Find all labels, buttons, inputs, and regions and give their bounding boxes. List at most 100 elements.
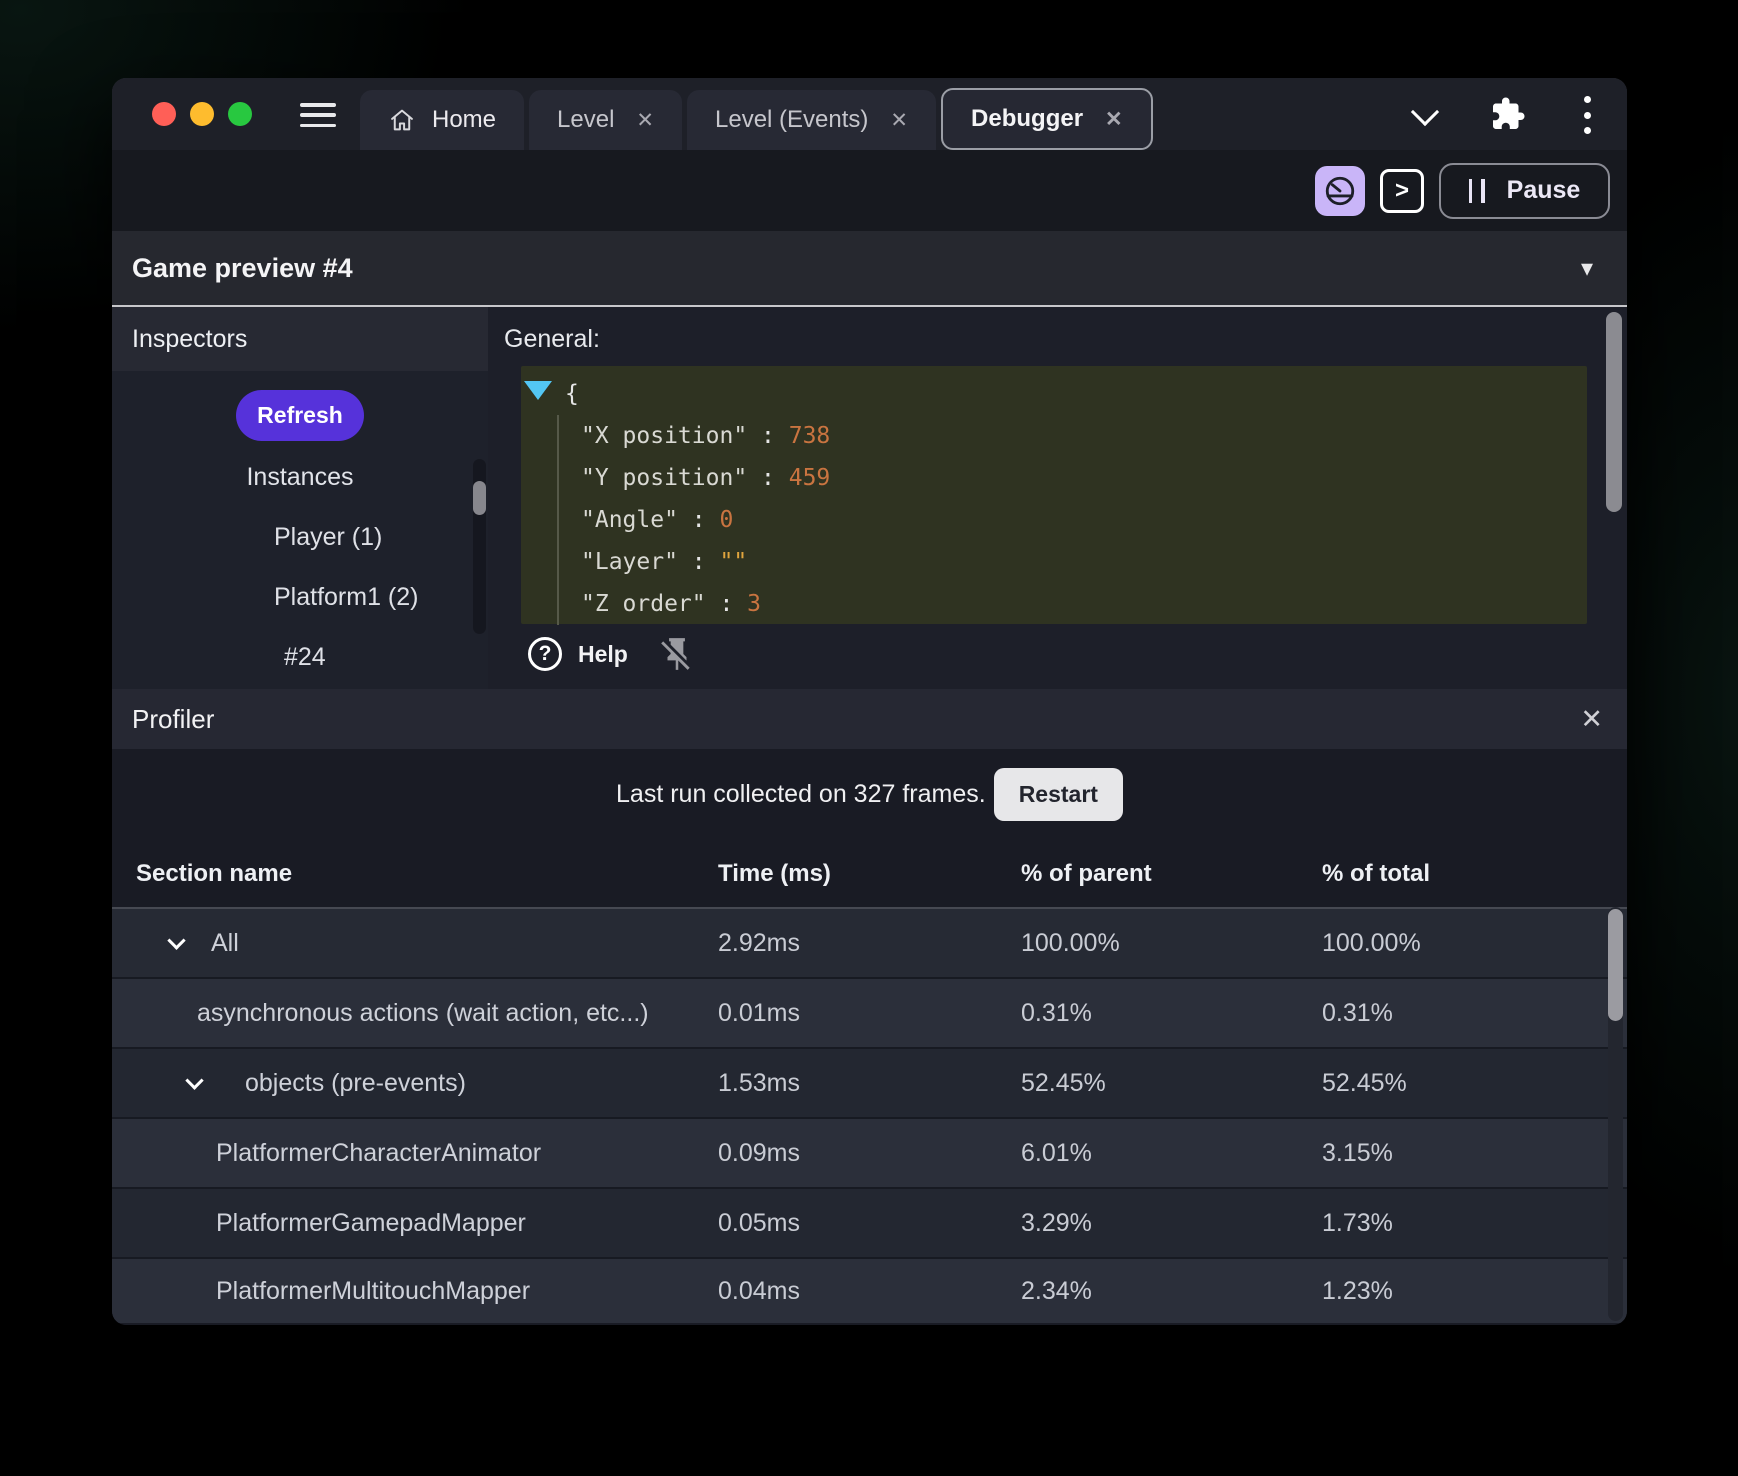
table-row[interactable]: PlatformerCharacterAnimator 0.09ms 6.01%… (112, 1117, 1627, 1187)
json-key: "X position" (581, 423, 748, 449)
debugger-toolbar: > Pause (112, 150, 1627, 231)
tab-debugger[interactable]: Debugger ✕ (941, 88, 1153, 150)
time-cell: 0.04ms (718, 1276, 800, 1305)
json-key: "Layer" (581, 549, 678, 575)
json-key: "Y position" (581, 465, 748, 491)
table-row[interactable]: PlatformerGamepadMapper 0.05ms 3.29% 1.7… (112, 1187, 1627, 1257)
json-key: "Z order" (581, 591, 706, 617)
help-label[interactable]: Help (578, 641, 628, 668)
chevron-down-icon[interactable] (1410, 97, 1440, 127)
section-name: PlatformerMultitouchMapper (216, 1276, 531, 1305)
json-property-row[interactable]: "Layer" : "" (559, 541, 1587, 583)
json-property-row[interactable]: "Angle" : 0 (559, 499, 1587, 541)
console-chevron-glyph: > (1394, 176, 1409, 204)
minimize-window-button[interactable] (190, 102, 214, 126)
chevron-down-icon[interactable]: ▾ (1581, 254, 1593, 283)
close-tab-icon[interactable]: ✕ (890, 108, 908, 133)
column-header-percent-total: % of total (1322, 859, 1430, 887)
pause-button[interactable]: Pause (1439, 162, 1610, 219)
table-row[interactable]: objects (pre-events) 1.53ms 52.45% 52.45… (112, 1047, 1627, 1117)
tab-label: Level (Events) (715, 106, 869, 133)
help-row: ? Help (528, 635, 696, 673)
profiler-table-header: Section name Time (ms) % of parent % of … (112, 840, 1627, 907)
tab-level[interactable]: Level ✕ (529, 90, 683, 150)
section-name: objects (pre-events) (245, 1068, 466, 1097)
json-property-row[interactable]: "Y position" : 459 (559, 457, 1587, 499)
section-name: PlatformerCharacterAnimator (216, 1138, 542, 1167)
menu-icon[interactable] (300, 103, 336, 127)
json-property-row[interactable]: "X position" : 738 (559, 415, 1587, 457)
close-window-button[interactable] (152, 102, 176, 126)
percent-parent-cell: 6.01% (1021, 1138, 1092, 1167)
extensions-puzzle-icon[interactable] (1490, 96, 1526, 132)
close-profiler-icon[interactable]: ✕ (1580, 704, 1603, 735)
general-scrollbar-thumb[interactable] (1606, 312, 1622, 512)
close-tab-icon[interactable]: ✕ (1105, 107, 1123, 132)
json-value: 0 (719, 507, 734, 533)
console-button[interactable]: > (1380, 168, 1424, 213)
time-cell: 1.53ms (718, 1068, 800, 1097)
profiler-body: Last run collected on 327 frames. Restar… (112, 749, 1627, 1325)
inspector-item-instances[interactable]: Instances (112, 462, 488, 492)
table-scrollbar-thumb[interactable] (1608, 909, 1623, 1021)
json-lines: "X position" : 738 "Y position" : 459 "A… (557, 415, 1587, 625)
inspector-item-player[interactable]: Player (1) (112, 522, 488, 552)
percent-total-cell: 1.73% (1322, 1208, 1393, 1237)
table-row[interactable]: asynchronous actions (wait action, etc..… (112, 977, 1627, 1047)
table-row[interactable]: All 2.92ms 100.00% 100.00% (112, 907, 1627, 977)
more-options-kebab-icon[interactable] (1580, 96, 1594, 134)
profiler-status-row: Last run collected on 327 frames. Restar… (112, 767, 1627, 822)
chevron-down-icon[interactable] (167, 930, 186, 950)
gauge-icon (1325, 176, 1355, 205)
percent-total-cell: 3.15% (1322, 1138, 1393, 1167)
pause-label: Pause (1506, 176, 1581, 204)
help-icon[interactable]: ? (528, 637, 562, 671)
zoom-window-button[interactable] (228, 102, 252, 126)
section-name: All (211, 928, 239, 957)
restart-button[interactable]: Restart (993, 768, 1123, 821)
profiler-toggle-button[interactable] (1315, 165, 1365, 216)
debugger-window: Home Level ✕ Level (Events) ✕ Debugger ✕ (112, 78, 1627, 1325)
inspectors-scrollbar-thumb[interactable] (473, 481, 486, 515)
time-cell: 0.01ms (718, 998, 800, 1027)
desktop-background: Home Level ✕ Level (Events) ✕ Debugger ✕ (0, 0, 1738, 1476)
chevron-down-icon[interactable] (185, 1070, 204, 1090)
inspector-item-24[interactable]: #24 (112, 642, 488, 672)
close-tab-icon[interactable]: ✕ (636, 108, 654, 133)
percent-parent-cell: 100.00% (1021, 928, 1120, 957)
inspector-item-platform1[interactable]: Platform1 (2) (112, 582, 488, 612)
percent-parent-cell: 52.45% (1021, 1068, 1106, 1097)
profiler-status-text: Last run collected on 327 frames. (616, 780, 986, 808)
inspectors-panel: Inspectors Refresh Instances Player (1) … (112, 307, 488, 689)
pause-icon (1468, 178, 1485, 203)
titlebar: Home Level ✕ Level (Events) ✕ Debugger ✕ (112, 78, 1627, 150)
percent-total-cell: 52.45% (1322, 1068, 1407, 1097)
json-value: 738 (788, 423, 831, 449)
tab-home[interactable]: Home (360, 90, 525, 150)
general-panel: General: { "X position" : 738 "Y positio… (488, 307, 1627, 689)
inspectors-header: Inspectors (112, 307, 488, 371)
time-cell: 0.09ms (718, 1138, 800, 1167)
time-cell: 0.05ms (718, 1208, 800, 1237)
profiler-header: Profiler ✕ (112, 689, 1627, 749)
collapse-triangle-icon[interactable] (524, 381, 552, 400)
json-value: "" (719, 549, 748, 575)
inspectors-list: Refresh Instances Player (1) Platform1 (… (112, 371, 488, 689)
general-section-title: General: (504, 325, 600, 353)
json-value: 459 (788, 465, 831, 491)
json-property-row[interactable]: "Z order" : 3 (559, 583, 1587, 625)
unpin-icon[interactable] (658, 635, 696, 673)
tab-level-events[interactable]: Level (Events) ✕ (687, 90, 937, 150)
game-preview-title: Game preview #4 (132, 252, 353, 283)
tab-label: Debugger (971, 105, 1084, 132)
section-name: PlatformerGamepadMapper (216, 1208, 526, 1237)
tab-bar: Home Level ✕ Level (Events) ✕ Debugger ✕ (360, 78, 1153, 150)
game-preview-header[interactable]: Game preview #4 ▾ (112, 231, 1627, 307)
table-row[interactable]: PlatformerMultitouchMapper 0.04ms 2.34% … (112, 1257, 1627, 1323)
time-cell: 2.92ms (718, 928, 800, 957)
debugger-content: Inspectors Refresh Instances Player (1) … (112, 307, 1627, 689)
refresh-button[interactable]: Refresh (236, 390, 364, 441)
json-property-viewer: { "X position" : 738 "Y position" : 459 … (521, 366, 1587, 625)
profiler-title: Profiler (132, 703, 215, 734)
section-name: asynchronous actions (wait action, etc..… (197, 998, 649, 1027)
